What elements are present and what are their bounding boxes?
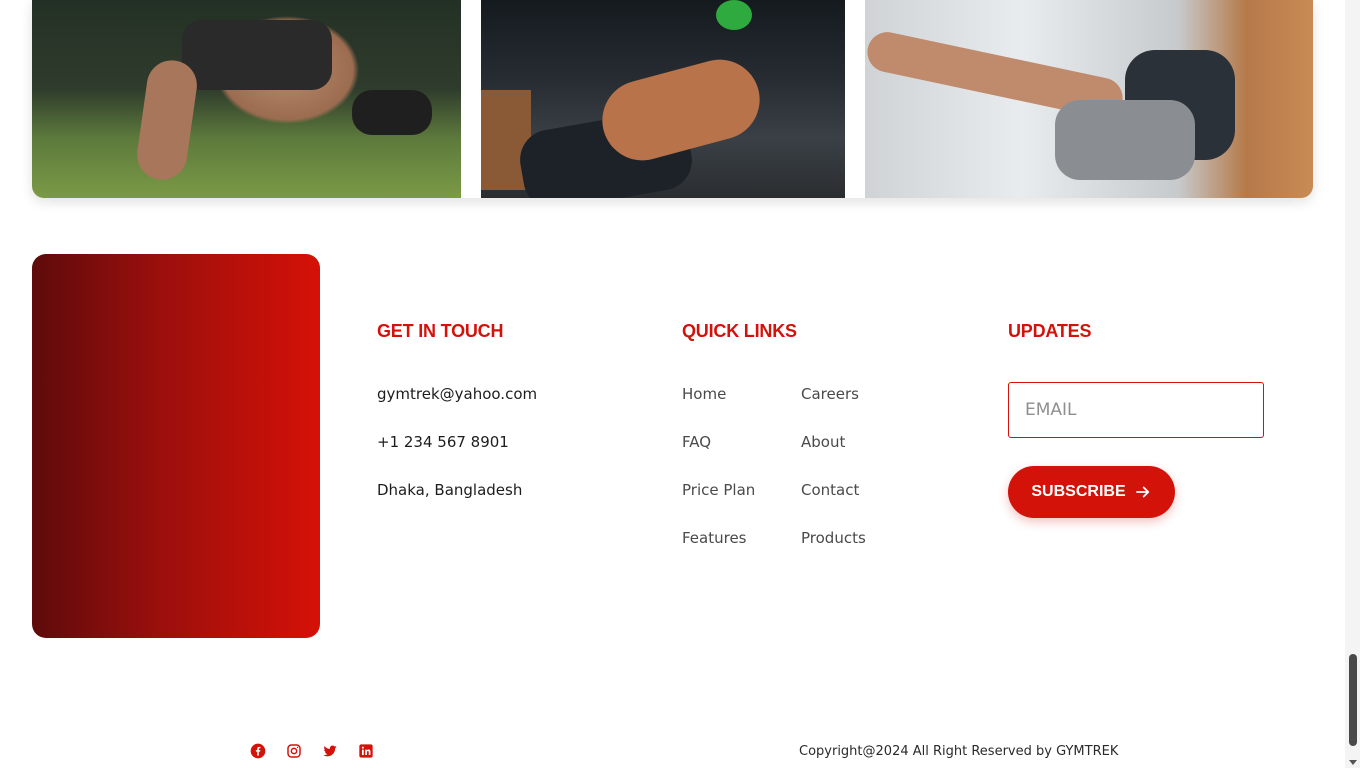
subscribe-label: SUBSCRIBE xyxy=(1031,483,1126,500)
arrow-right-icon xyxy=(1135,486,1149,498)
facebook-icon[interactable] xyxy=(250,743,268,761)
link-products[interactable]: Products xyxy=(801,529,866,547)
link-about[interactable]: About xyxy=(801,433,845,451)
quick-links-heading: QUICK LINKS xyxy=(682,321,797,341)
scroll-down-arrow-icon[interactable] xyxy=(1349,760,1357,765)
contact-heading: GET IN TOUCH xyxy=(377,321,504,341)
link-careers[interactable]: Careers xyxy=(801,385,859,403)
link-features[interactable]: Features xyxy=(682,529,747,547)
copyright-text: Copyright@2024 All Right Reserved by GYM… xyxy=(799,744,1119,759)
link-home[interactable]: Home xyxy=(682,385,726,403)
link-contact[interactable]: Contact xyxy=(801,481,859,499)
gallery-image-pushup xyxy=(32,0,461,198)
gallery-strip xyxy=(32,0,1313,198)
gallery-image-leg-raise xyxy=(865,0,1313,198)
gallery-image-kettlebell xyxy=(481,0,845,198)
updates-heading: UPDATES xyxy=(1008,321,1092,341)
newsletter-email-input[interactable] xyxy=(1008,382,1264,438)
subscribe-button[interactable]: SUBSCRIBE xyxy=(1008,466,1175,518)
page-scrollbar[interactable] xyxy=(1345,0,1360,768)
scrollbar-thumb[interactable] xyxy=(1349,654,1357,746)
instagram-icon[interactable] xyxy=(286,743,304,761)
contact-phone[interactable]: +1 234 567 8901 xyxy=(377,433,509,451)
twitter-icon[interactable] xyxy=(322,743,340,761)
link-price-plan[interactable]: Price Plan xyxy=(682,481,755,499)
linkedin-icon[interactable] xyxy=(358,743,376,761)
footer-brand-card xyxy=(32,254,320,638)
contact-email[interactable]: gymtrek@yahoo.com xyxy=(377,385,537,403)
link-faq[interactable]: FAQ xyxy=(682,433,711,451)
contact-address: Dhaka, Bangladesh xyxy=(377,481,523,499)
